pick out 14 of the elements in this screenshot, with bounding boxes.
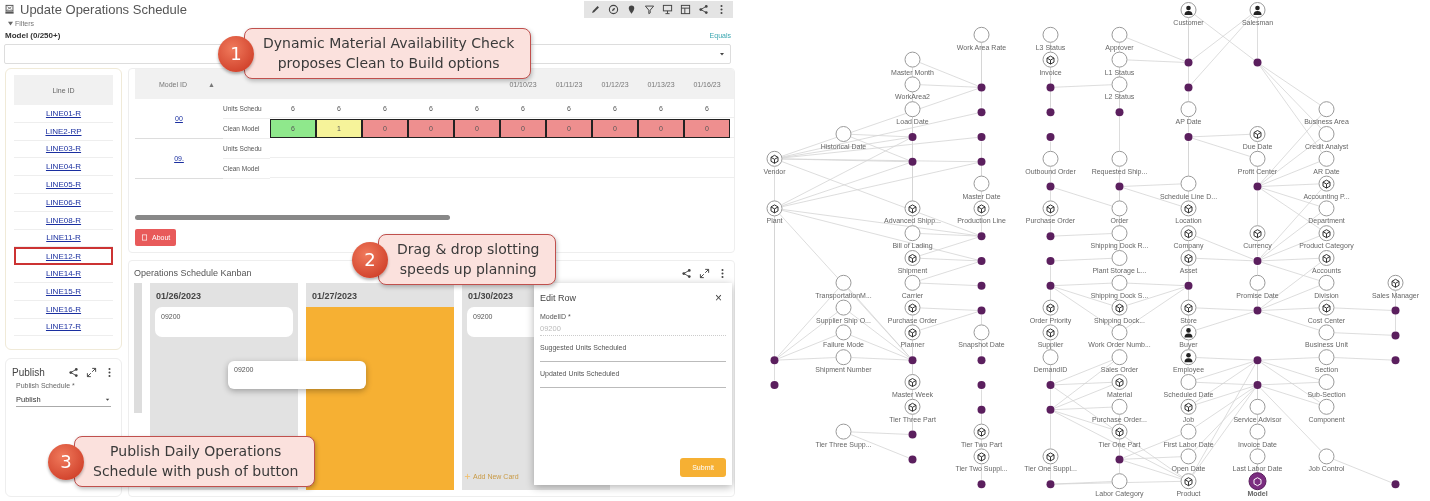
panel-title: Operations Schedule Kanban [134,268,252,278]
callout-text: Dynamic Material Availability Check proposes Clean to Build options [244,28,532,80]
column-date: 01/27/2023 [311,290,359,303]
page-title: Update Operations Schedule [20,2,187,17]
step-number-badge: 3 [48,443,84,480]
column-date: 01/30/2023 [467,290,515,303]
column-date: 01/26/2023 [155,290,203,303]
step-number-badge: 2 [352,241,388,278]
panel-title: Publish [12,367,45,378]
step-number-badge: 1 [218,35,254,72]
callout-text: Drag & drop slotting speeds up planning [378,234,557,286]
callout-text: Publish Daily Operations Schedule with push of button [74,436,316,488]
dialog-title: Edit Row [540,293,576,303]
filter-label: Model (0/250+) [5,30,61,40]
